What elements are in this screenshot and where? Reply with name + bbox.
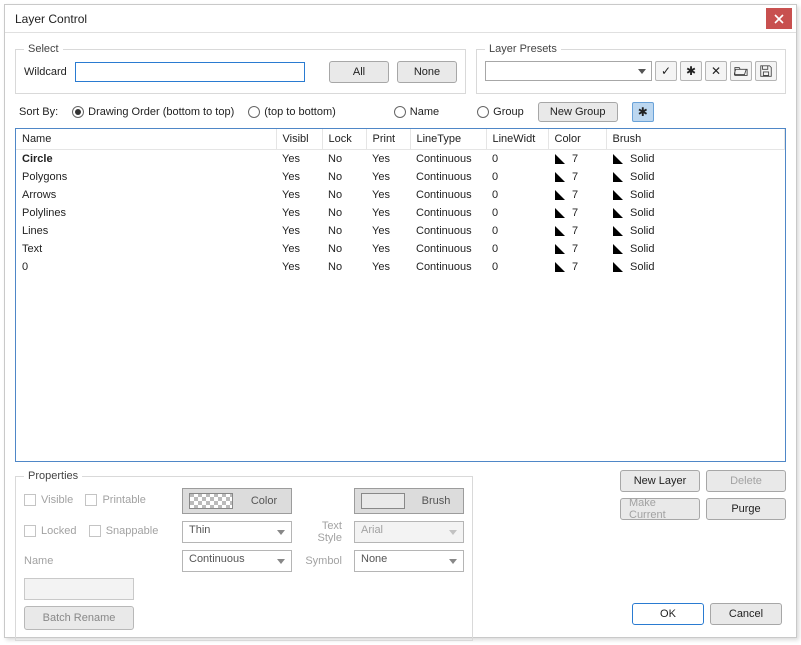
- sort-radio-drawing-order-tb[interactable]: (top to bottom): [248, 106, 336, 118]
- cancel-button[interactable]: Cancel: [710, 603, 782, 625]
- save-icon: [759, 64, 773, 78]
- table-row[interactable]: CircleYesNoYesContinuous0 7 Solid: [16, 150, 785, 169]
- sort-by-label: Sort By:: [19, 106, 58, 118]
- col-linewidth[interactable]: LineWidt: [486, 129, 548, 150]
- layer-control-dialog: Layer Control Select Wildcard All None L…: [4, 4, 797, 638]
- table-row[interactable]: ArrowsYesNoYesContinuous0 7 Solid: [16, 186, 785, 204]
- preset-delete-button[interactable]: ✕: [705, 61, 727, 81]
- color-swatch-icon: [554, 171, 566, 183]
- linetype-select[interactable]: Continuous: [182, 550, 292, 572]
- brush-swatch-icon: [612, 153, 624, 165]
- check-snappable[interactable]: Snappable: [89, 525, 159, 537]
- check-locked[interactable]: Locked: [24, 525, 76, 537]
- make-current-button[interactable]: Make Current: [620, 498, 700, 520]
- col-visible[interactable]: Visibl: [276, 129, 322, 150]
- brush-swatch-icon: [612, 207, 624, 219]
- wildcard-label: Wildcard: [24, 66, 67, 78]
- delete-layer-button[interactable]: Delete: [706, 470, 786, 492]
- presets-legend: Layer Presets: [485, 43, 561, 55]
- window-title: Layer Control: [15, 12, 766, 26]
- wildcard-input[interactable]: [75, 62, 305, 82]
- check-printable[interactable]: Printable: [85, 494, 145, 506]
- preset-open-button[interactable]: [730, 61, 752, 81]
- brush-swatch-icon: [612, 171, 624, 183]
- col-linetype[interactable]: LineType: [410, 129, 486, 150]
- brush-swatch-icon: [612, 225, 624, 237]
- thickness-select[interactable]: Thin: [182, 521, 292, 543]
- asterisk-icon: ✱: [686, 64, 696, 78]
- color-swatch-icon: [554, 261, 566, 273]
- close-button[interactable]: [766, 8, 792, 29]
- ok-button[interactable]: OK: [632, 603, 704, 625]
- check-icon: ✓: [661, 64, 671, 78]
- text-style-label: Text Style: [300, 520, 346, 544]
- sort-radio-drawing-order-bt[interactable]: Drawing Order (bottom to top): [72, 106, 234, 118]
- color-swatch-icon: [554, 225, 566, 237]
- preset-save-button[interactable]: [755, 61, 777, 81]
- layers-table: Name Visibl Lock Print LineType LineWidt…: [15, 128, 786, 462]
- col-brush[interactable]: Brush: [606, 129, 785, 150]
- color-swatch-icon: [189, 493, 233, 509]
- color-swatch-icon: [554, 153, 566, 165]
- asterisk-icon: ✱: [638, 105, 648, 119]
- presets-select[interactable]: [485, 61, 652, 81]
- select-legend: Select: [24, 43, 63, 55]
- name-input[interactable]: [24, 578, 134, 600]
- color-picker[interactable]: Color: [182, 488, 292, 514]
- col-lock[interactable]: Lock: [322, 129, 366, 150]
- table-row[interactable]: 0YesNoYesContinuous0 7 Solid: [16, 258, 785, 276]
- toggle-filter-button[interactable]: ✱: [632, 102, 654, 122]
- preset-apply-button[interactable]: ✓: [655, 61, 677, 81]
- titlebar: Layer Control: [5, 5, 796, 33]
- select-all-button[interactable]: All: [329, 61, 389, 83]
- sort-by-row: Sort By: Drawing Order (bottom to top) (…: [19, 102, 786, 122]
- text-style-select[interactable]: Arial: [354, 521, 464, 543]
- close-icon: [774, 14, 784, 24]
- brush-swatch-icon: [361, 493, 405, 509]
- col-color[interactable]: Color: [548, 129, 606, 150]
- color-swatch-icon: [554, 207, 566, 219]
- batch-rename-button[interactable]: Batch Rename: [24, 606, 134, 630]
- brush-swatch-icon: [612, 243, 624, 255]
- symbol-label: Symbol: [300, 555, 346, 567]
- table-row[interactable]: TextYesNoYesContinuous0 7 Solid: [16, 240, 785, 258]
- color-swatch-icon: [554, 189, 566, 201]
- select-none-button[interactable]: None: [397, 61, 457, 83]
- layer-presets-group: Layer Presets ✓ ✱ ✕: [476, 43, 786, 94]
- folder-open-icon: [734, 64, 748, 78]
- table-row[interactable]: LinesYesNoYesContinuous0 7 Solid: [16, 222, 785, 240]
- sort-radio-group[interactable]: Group: [477, 106, 524, 118]
- symbol-select[interactable]: None: [354, 550, 464, 572]
- col-name[interactable]: Name: [16, 129, 276, 150]
- name-label: Name: [24, 555, 174, 567]
- dialog-buttons: OK Cancel: [632, 603, 782, 625]
- table-row[interactable]: PolygonsYesNoYesContinuous0 7 Solid: [16, 168, 785, 186]
- table-header-row: Name Visibl Lock Print LineType LineWidt…: [16, 129, 785, 150]
- new-layer-button[interactable]: New Layer: [620, 470, 700, 492]
- properties-legend: Properties: [24, 470, 82, 482]
- table-row[interactable]: PolylinesYesNoYesContinuous0 7 Solid: [16, 204, 785, 222]
- brush-picker[interactable]: Brush: [354, 488, 464, 514]
- color-swatch-icon: [554, 243, 566, 255]
- col-print[interactable]: Print: [366, 129, 410, 150]
- brush-swatch-icon: [612, 261, 624, 273]
- preset-new-button[interactable]: ✱: [680, 61, 702, 81]
- delete-icon: ✕: [711, 64, 721, 78]
- brush-swatch-icon: [612, 189, 624, 201]
- properties-group: Properties Visible Printable Color Brush…: [15, 470, 473, 641]
- purge-button[interactable]: Purge: [706, 498, 786, 520]
- new-group-button[interactable]: New Group: [538, 102, 618, 122]
- select-group: Select Wildcard All None: [15, 43, 466, 94]
- sort-radio-name[interactable]: Name: [394, 106, 439, 118]
- check-visible[interactable]: Visible: [24, 494, 73, 506]
